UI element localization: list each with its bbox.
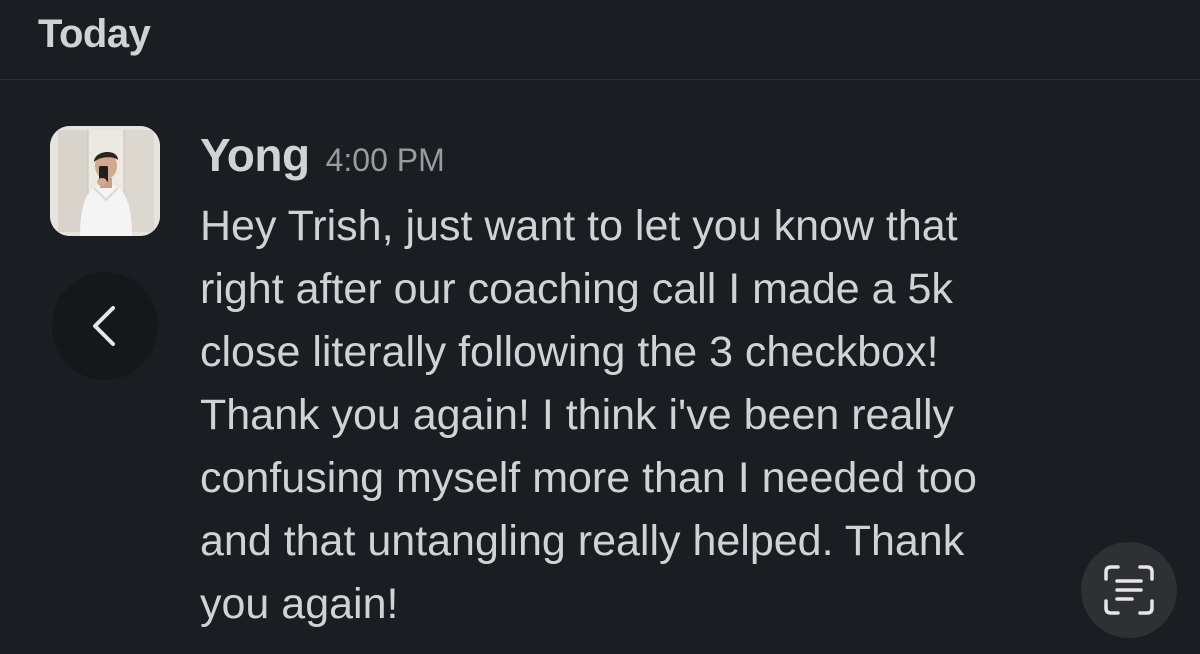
chevron-left-icon [93, 306, 115, 346]
message-header: Yong 4:00 PM [200, 128, 445, 188]
back-button[interactable] [52, 272, 158, 380]
day-divider-label: Today [38, 12, 151, 56]
user-avatar-photo [50, 126, 160, 236]
message-line: and that untangling really helped. Thank [200, 517, 965, 565]
message-timestamp[interactable]: 4:00 PM [326, 142, 445, 179]
message-line: close literally following the 3 checkbox… [200, 328, 939, 376]
message-line: right after our coaching call I made a 5… [200, 265, 953, 313]
live-text-icon [1104, 565, 1154, 615]
sender-name[interactable]: Yong [200, 128, 310, 182]
message-text: Hey Trish, just want to let you know tha… [200, 195, 1160, 636]
day-divider: Today [0, 0, 1200, 80]
chat-screen: Today Yong 4:00 PM Hey Trish, just want … [0, 0, 1200, 654]
message-line: you again! [200, 580, 399, 628]
text-scan-button[interactable] [1081, 542, 1177, 638]
avatar[interactable] [50, 126, 160, 236]
message-line: confusing myself more than I needed too [200, 454, 977, 502]
message-line: Hey Trish, just want to let you know tha… [200, 202, 958, 250]
message-line: Thank you again! I think i've been reall… [200, 391, 954, 439]
